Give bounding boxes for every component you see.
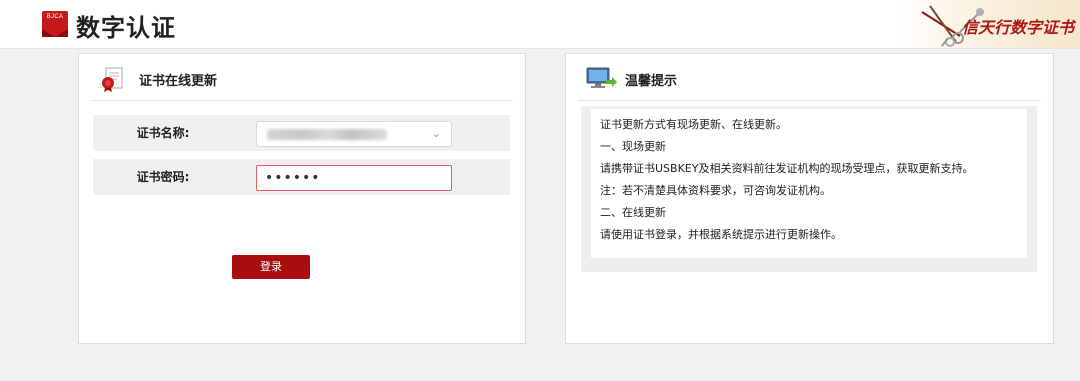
cert-password-input[interactable]: •••••• <box>256 165 452 191</box>
tip-line: 证书更新方式有现场更新、在线更新。 <box>600 118 787 131</box>
tip-line: 注：若不清楚具体资料要求，可咨询发证机构。 <box>600 184 831 197</box>
tip-line: 一、现场更新 <box>600 140 666 153</box>
login-button[interactable]: 登录 <box>232 255 310 279</box>
panel-title: 证书在线更新 <box>139 74 218 89</box>
certificate-icon <box>102 67 123 92</box>
bjca-logo: BJCA <box>42 11 68 37</box>
cert-update-panel: 证书在线更新 证书名称: ⌄ 证书密码: •••••• 登录 <box>78 53 526 344</box>
redacted-cert-name <box>267 129 387 140</box>
top-header: BJCA 数字认证 信天行数字证书 <box>0 0 1080 49</box>
slogan-text: 信天行数字证书 <box>961 18 1074 37</box>
cert-name-select[interactable]: ⌄ <box>256 121 452 147</box>
logo-text: BJCA <box>46 14 64 20</box>
panel-header: 温馨提示 <box>578 54 1041 101</box>
tips-panel: 温馨提示 证书更新方式有现场更新、在线更新。 一、现场更新 请携带证书USBKE… <box>565 53 1054 344</box>
cert-password-row: 证书密码: •••••• <box>93 159 510 195</box>
slogan-banner: 信天行数字证书 <box>900 0 1080 48</box>
panel-header: 证书在线更新 <box>91 54 513 101</box>
cert-name-row: 证书名称: ⌄ <box>93 115 510 151</box>
monitor-icon <box>586 67 617 88</box>
panel-title: 温馨提示 <box>625 74 678 89</box>
tips-box: 证书更新方式有现场更新、在线更新。 一、现场更新 请携带证书USBKEY及相关资… <box>581 106 1037 272</box>
cert-name-label: 证书名称: <box>136 126 190 140</box>
tip-line: 请使用证书登录，并根据系统提示进行更新操作。 <box>600 228 842 241</box>
cert-password-label: 证书密码: <box>136 170 190 184</box>
chevron-down-icon: ⌄ <box>431 127 441 140</box>
brand-title: 数字认证 <box>76 14 176 42</box>
tip-line: 请携带证书USBKEY及相关资料前往发证机构的现场受理点，获取更新支持。 <box>600 162 974 175</box>
tip-line: 二、在线更新 <box>600 206 666 219</box>
